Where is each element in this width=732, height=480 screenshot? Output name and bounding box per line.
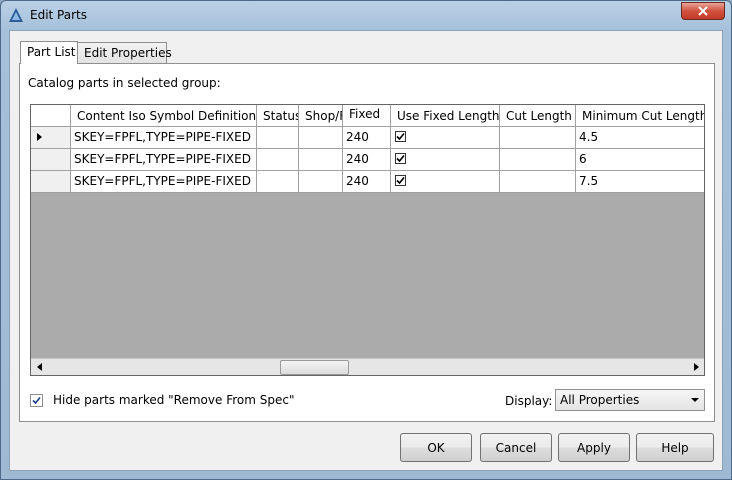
cell-status[interactable] bbox=[257, 171, 299, 192]
ok-button[interactable]: OK bbox=[400, 433, 472, 462]
cell-use-fixed-length[interactable] bbox=[391, 127, 500, 148]
hide-parts-checkbox[interactable] bbox=[30, 394, 43, 407]
autocad-plant-icon bbox=[8, 7, 24, 23]
cell-use-fixed-length[interactable] bbox=[391, 171, 500, 192]
cell-min-cut-length[interactable]: 6 bbox=[576, 149, 704, 170]
col-header-status[interactable]: Status bbox=[257, 105, 299, 126]
display-dropdown[interactable]: All Properties bbox=[555, 389, 705, 411]
cell-min-cut-length[interactable]: 7.5 bbox=[576, 171, 704, 192]
part-list-panel: Catalog parts in selected group: Content… bbox=[19, 63, 715, 422]
col-header-cut-length[interactable]: Cut Length bbox=[500, 105, 576, 126]
help-label: Help bbox=[661, 440, 689, 455]
help-button[interactable]: Help bbox=[636, 433, 714, 462]
display-selected-value: All Properties bbox=[560, 393, 640, 407]
cancel-label: Cancel bbox=[495, 440, 537, 455]
parts-grid[interactable]: Content Iso Symbol Definition Status Sho… bbox=[30, 104, 705, 376]
scroll-left-button[interactable] bbox=[31, 359, 48, 375]
checkbox-checked-icon[interactable] bbox=[395, 131, 406, 142]
scroll-thumb[interactable] bbox=[280, 360, 349, 375]
col-header-min-cut-length[interactable]: Minimum Cut Length bbox=[576, 105, 704, 126]
cell-fixed[interactable]: 240 bbox=[343, 171, 391, 192]
col-header-use-fixed-length[interactable]: Use Fixed Length bbox=[391, 105, 500, 126]
row-selector[interactable] bbox=[31, 171, 71, 192]
dialog-body: Part List Edit Properties Catalog parts … bbox=[9, 30, 723, 471]
window-title: Edit Parts bbox=[30, 8, 87, 22]
hide-parts-label: Hide parts marked "Remove From Spec" bbox=[53, 393, 295, 407]
display-label: Display: bbox=[505, 394, 553, 408]
close-button[interactable] bbox=[681, 2, 725, 20]
col-header-fixed[interactable]: Fixed bbox=[343, 105, 391, 126]
table-row[interactable]: SKEY=FPFL,TYPE=PIPE-FIXED 240 4.5 bbox=[31, 127, 704, 149]
cell-shop[interactable] bbox=[299, 127, 343, 148]
chevron-down-icon bbox=[691, 398, 699, 402]
apply-button[interactable]: Apply bbox=[558, 433, 630, 462]
cell-fixed[interactable]: 240 bbox=[343, 149, 391, 170]
row-selector[interactable] bbox=[31, 127, 71, 148]
cell-content-iso[interactable]: SKEY=FPFL,TYPE=PIPE-FIXED bbox=[71, 149, 257, 170]
cell-cut-length[interactable] bbox=[500, 127, 576, 148]
cell-status[interactable] bbox=[257, 149, 299, 170]
cell-cut-length[interactable] bbox=[500, 171, 576, 192]
title-bar[interactable]: Edit Parts bbox=[1, 1, 731, 29]
close-icon bbox=[698, 6, 708, 16]
col-header-shop[interactable]: Shop/F bbox=[299, 105, 343, 126]
row-selector[interactable] bbox=[31, 149, 71, 170]
cell-content-iso[interactable]: SKEY=FPFL,TYPE=PIPE-FIXED bbox=[71, 171, 257, 192]
arrow-left-icon bbox=[36, 363, 42, 371]
catalog-caption: Catalog parts in selected group: bbox=[28, 76, 221, 90]
checkmark-icon bbox=[32, 396, 41, 405]
cell-shop[interactable] bbox=[299, 149, 343, 170]
col-header-content-iso[interactable]: Content Iso Symbol Definition bbox=[71, 105, 257, 126]
cell-min-cut-length[interactable]: 4.5 bbox=[576, 127, 704, 148]
arrow-right-icon bbox=[693, 363, 699, 371]
edit-parts-window: Edit Parts Part List Edit Properties Cat… bbox=[0, 0, 732, 480]
tab-edit-properties[interactable]: Edit Properties bbox=[77, 42, 172, 63]
table-row[interactable]: SKEY=FPFL,TYPE=PIPE-FIXED 240 7.5 bbox=[31, 171, 704, 193]
cell-fixed[interactable]: 240 bbox=[343, 127, 391, 148]
apply-label: Apply bbox=[577, 440, 611, 455]
cell-content-iso[interactable]: SKEY=FPFL,TYPE=PIPE-FIXED bbox=[71, 127, 257, 148]
checkbox-checked-icon[interactable] bbox=[395, 175, 406, 186]
cell-use-fixed-length[interactable] bbox=[391, 149, 500, 170]
horizontal-scrollbar[interactable] bbox=[31, 358, 704, 375]
cancel-button[interactable]: Cancel bbox=[480, 433, 552, 462]
checkbox-checked-icon[interactable] bbox=[395, 153, 406, 164]
tab-label: Edit Properties bbox=[84, 46, 172, 60]
scroll-right-button[interactable] bbox=[687, 359, 704, 375]
current-row-arrow-icon bbox=[37, 133, 42, 141]
tab-part-list[interactable]: Part List bbox=[20, 41, 78, 64]
cell-status[interactable] bbox=[257, 127, 299, 148]
tab-label: Part List bbox=[27, 45, 76, 59]
ok-label: OK bbox=[427, 440, 445, 455]
cell-cut-length[interactable] bbox=[500, 149, 576, 170]
grid-header: Content Iso Symbol Definition Status Sho… bbox=[31, 105, 704, 127]
row-header-corner bbox=[31, 105, 71, 126]
table-row[interactable]: SKEY=FPFL,TYPE=PIPE-FIXED 240 6 bbox=[31, 149, 704, 171]
cell-shop[interactable] bbox=[299, 171, 343, 192]
